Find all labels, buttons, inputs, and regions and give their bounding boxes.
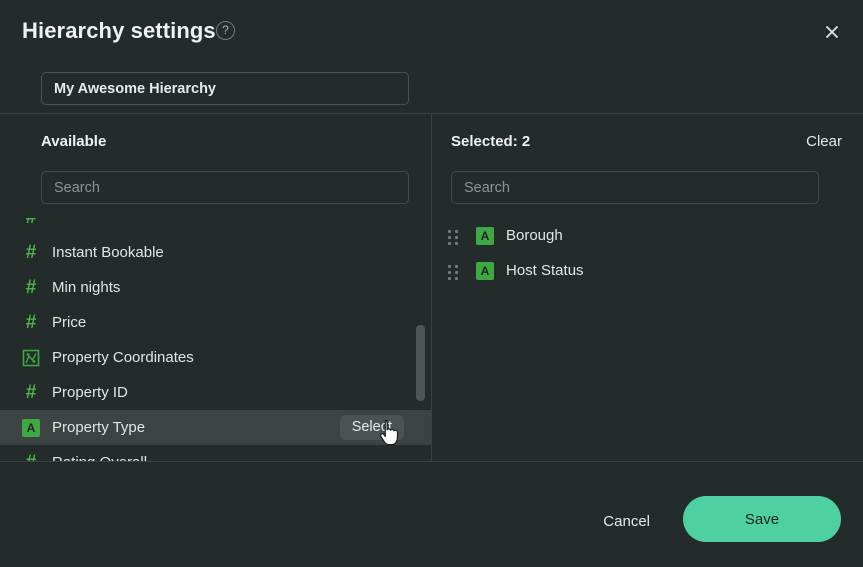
list-item[interactable]: # Min nights: [0, 270, 431, 305]
selected-list: A Borough A Host Status: [432, 218, 863, 288]
list-item[interactable]: # Property ID: [0, 375, 431, 410]
attribute-a-icon: A: [22, 418, 40, 437]
list-item-clipped[interactable]: #: [0, 218, 431, 235]
list-item-label: Min nights: [52, 279, 121, 296]
dialog-header: Hierarchy settings ?: [0, 0, 863, 62]
hash-icon: #: [25, 241, 37, 263]
page-title: Hierarchy settings: [22, 18, 216, 43]
available-panel: Available # # Instant Bookable # Min nig…: [0, 114, 431, 461]
dialog-footer: Cancel Save: [0, 462, 863, 567]
list-item-label: Price: [52, 314, 87, 331]
list-item-label: Property ID: [52, 384, 128, 401]
list-item-label: Property Type: [52, 419, 146, 436]
list-item[interactable]: # Instant Bookable: [0, 235, 431, 270]
geo-map-icon: [22, 349, 40, 367]
selected-list-item-label: Host Status: [506, 262, 584, 279]
hash-icon: #: [25, 381, 37, 403]
hash-icon: #: [25, 311, 37, 333]
select-button[interactable]: Select: [339, 415, 404, 440]
list-item-label: Rating Overall: [52, 454, 147, 461]
hierarchy-name-input[interactable]: [41, 72, 409, 105]
selected-list-item[interactable]: A Borough: [432, 218, 863, 253]
selected-list-item-label: Borough: [506, 227, 563, 244]
available-list-scroller: # # Instant Bookable # Min nights # Pric…: [0, 218, 431, 461]
available-list: # # Instant Bookable # Min nights # Pric…: [0, 218, 431, 461]
selected-heading: Selected: 2: [451, 133, 531, 150]
attribute-a-icon: A: [476, 261, 494, 280]
list-item[interactable]: # Rating Overall: [0, 445, 431, 462]
attribute-a-icon: A: [476, 226, 494, 245]
selected-list-item[interactable]: A Host Status: [432, 253, 863, 288]
close-icon[interactable]: [818, 18, 846, 46]
list-item[interactable]: Property Coordinates: [0, 340, 431, 375]
hash-icon: #: [25, 276, 37, 298]
drag-handle-icon[interactable]: [446, 227, 462, 245]
save-button[interactable]: Save: [683, 496, 841, 542]
hash-icon: #: [22, 453, 40, 462]
clear-button[interactable]: Clear: [806, 133, 842, 150]
available-heading: Available: [41, 133, 107, 150]
available-list-scrollbar-thumb[interactable]: [416, 325, 425, 401]
list-item-label: Property Coordinates: [52, 349, 194, 366]
hash-icon: #: [22, 218, 40, 227]
question-mark-icon[interactable]: ?: [216, 21, 235, 40]
list-item-label: Instant Bookable: [52, 244, 164, 261]
list-item-property-type[interactable]: A Property Type Select: [0, 410, 431, 445]
drag-handle-icon[interactable]: [446, 262, 462, 280]
list-item[interactable]: # Price: [0, 305, 431, 340]
selected-search-input[interactable]: [451, 171, 819, 204]
available-search-input[interactable]: [41, 171, 409, 204]
selected-panel: Selected: 2 Clear A Borough A Host Statu…: [432, 114, 863, 461]
cancel-button[interactable]: Cancel: [593, 505, 660, 538]
